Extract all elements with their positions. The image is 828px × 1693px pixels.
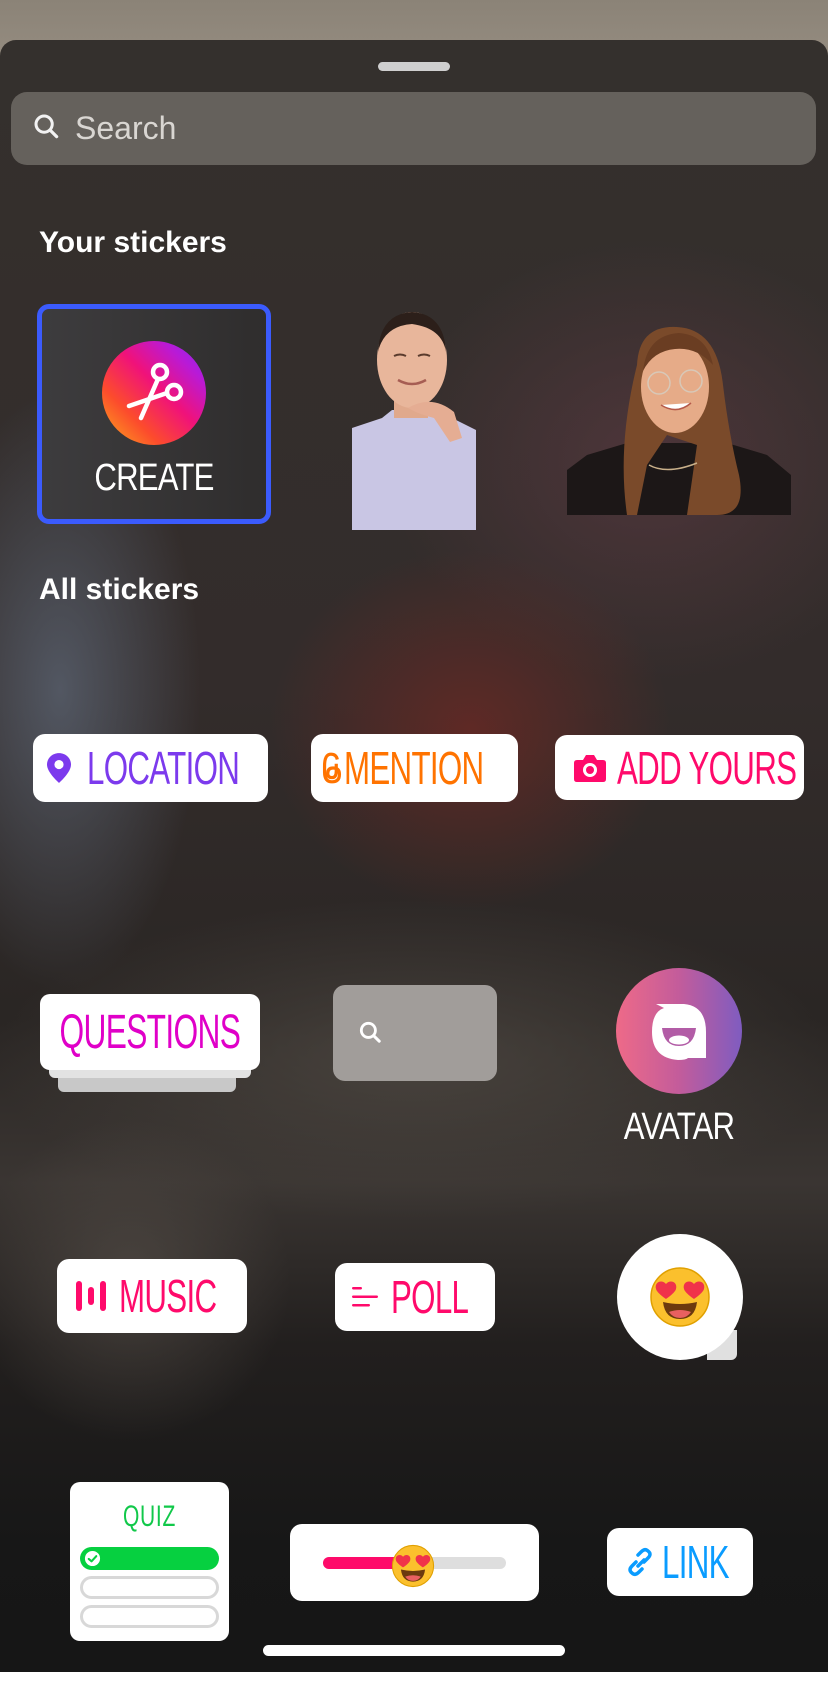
- link-sticker[interactable]: LINK: [607, 1528, 753, 1596]
- location-sticker[interactable]: LOCATION: [33, 734, 268, 802]
- avatar-sticker[interactable]: [616, 968, 742, 1094]
- heart-eyes-emoji-icon: [650, 1267, 710, 1327]
- search-input[interactable]: [75, 110, 775, 147]
- emoji-reaction-sticker[interactable]: [617, 1234, 743, 1362]
- quiz-option: [80, 1605, 219, 1628]
- location-label: LOCATION: [86, 742, 240, 794]
- avatar-label: AVATAR: [623, 1106, 735, 1148]
- emoji-slider-sticker[interactable]: [290, 1524, 539, 1601]
- questions-label: QUESTIONS: [59, 1005, 241, 1059]
- sticker-tray-sheet: Your stickers CREATE All s: [0, 40, 828, 1672]
- music-label: MUSIC: [119, 1270, 217, 1322]
- link-icon: [628, 1547, 652, 1577]
- all-stickers-heading: All stickers: [39, 573, 200, 606]
- camera-icon: [573, 754, 606, 782]
- search-icon: [359, 1021, 381, 1043]
- add-yours-label: ADD YOURS: [616, 741, 797, 794]
- search-icon: [31, 111, 61, 146]
- home-indicator: [263, 1645, 565, 1656]
- create-sticker-button[interactable]: CREATE: [37, 304, 271, 524]
- scissors-icon: [126, 362, 184, 421]
- add-yours-sticker[interactable]: ADD YOURS: [555, 735, 804, 800]
- quiz-option: [80, 1576, 219, 1599]
- poll-label: POLL: [391, 1271, 469, 1323]
- check-circle-icon: [84, 1550, 101, 1567]
- quiz-label: QUIZ: [123, 1500, 176, 1533]
- poll-sticker[interactable]: POLL: [335, 1263, 495, 1331]
- music-bars-icon: [76, 1281, 106, 1311]
- custom-photo-sticker[interactable]: [352, 310, 476, 530]
- questions-sticker[interactable]: QUESTIONS: [40, 994, 260, 1094]
- create-icon-circle: [102, 341, 206, 445]
- location-pin-icon: [46, 753, 71, 783]
- gif-search-sticker[interactable]: [333, 985, 497, 1081]
- search-bar[interactable]: [11, 92, 816, 165]
- quiz-correct-option: [80, 1547, 219, 1570]
- your-stickers-heading: Your stickers: [39, 226, 227, 259]
- heart-eyes-emoji-icon: [392, 1544, 435, 1588]
- custom-photo-sticker[interactable]: [567, 325, 791, 515]
- threads-at-icon: [322, 752, 342, 784]
- music-sticker[interactable]: MUSIC: [57, 1259, 247, 1333]
- link-label: LINK: [662, 1536, 730, 1588]
- poll-lines-icon: [352, 1287, 378, 1307]
- quiz-sticker[interactable]: QUIZ: [70, 1482, 229, 1641]
- sheet-drag-handle[interactable]: [378, 62, 450, 71]
- mention-sticker[interactable]: MENTION: [311, 734, 518, 802]
- create-label: CREATE: [94, 457, 214, 499]
- avatar-icon: [652, 1004, 706, 1060]
- mention-label: MENTION: [344, 742, 484, 794]
